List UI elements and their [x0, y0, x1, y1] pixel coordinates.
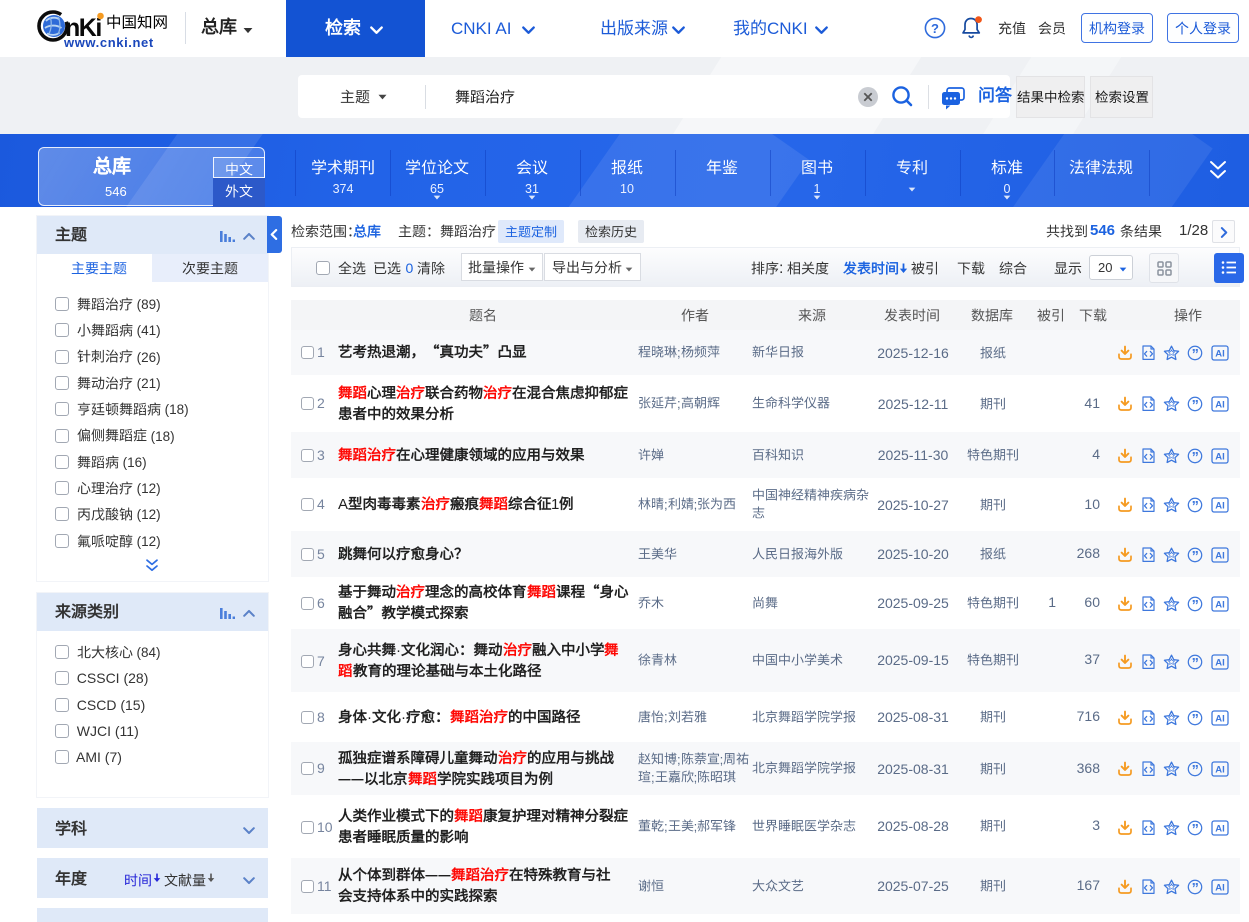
- svg-text:”: ”: [1192, 763, 1199, 777]
- svg-text:”: ”: [1192, 398, 1199, 412]
- svg-text:”: ”: [1192, 549, 1199, 563]
- svg-text:”: ”: [1192, 450, 1199, 464]
- svg-text:”: ”: [1192, 822, 1199, 836]
- svg-text:”: ”: [1192, 881, 1199, 895]
- svg-text:AI: AI: [1215, 399, 1225, 410]
- svg-text:”: ”: [1192, 598, 1199, 612]
- svg-text:AI: AI: [1215, 599, 1225, 610]
- svg-text:AI: AI: [1215, 550, 1225, 561]
- svg-text:AI: AI: [1215, 882, 1225, 893]
- svg-text:AI: AI: [1215, 451, 1225, 462]
- svg-text:”: ”: [1192, 712, 1199, 726]
- svg-text:”: ”: [1192, 499, 1199, 513]
- svg-text:”: ”: [1192, 347, 1199, 361]
- svg-text:AI: AI: [1215, 657, 1225, 668]
- svg-text:AI: AI: [1215, 764, 1225, 775]
- svg-text:AI: AI: [1215, 823, 1225, 834]
- svg-text:AI: AI: [1215, 713, 1225, 724]
- svg-text:AI: AI: [1215, 348, 1225, 359]
- svg-text:AI: AI: [1215, 500, 1225, 511]
- svg-text:?: ?: [931, 21, 939, 36]
- svg-text:”: ”: [1192, 656, 1199, 670]
